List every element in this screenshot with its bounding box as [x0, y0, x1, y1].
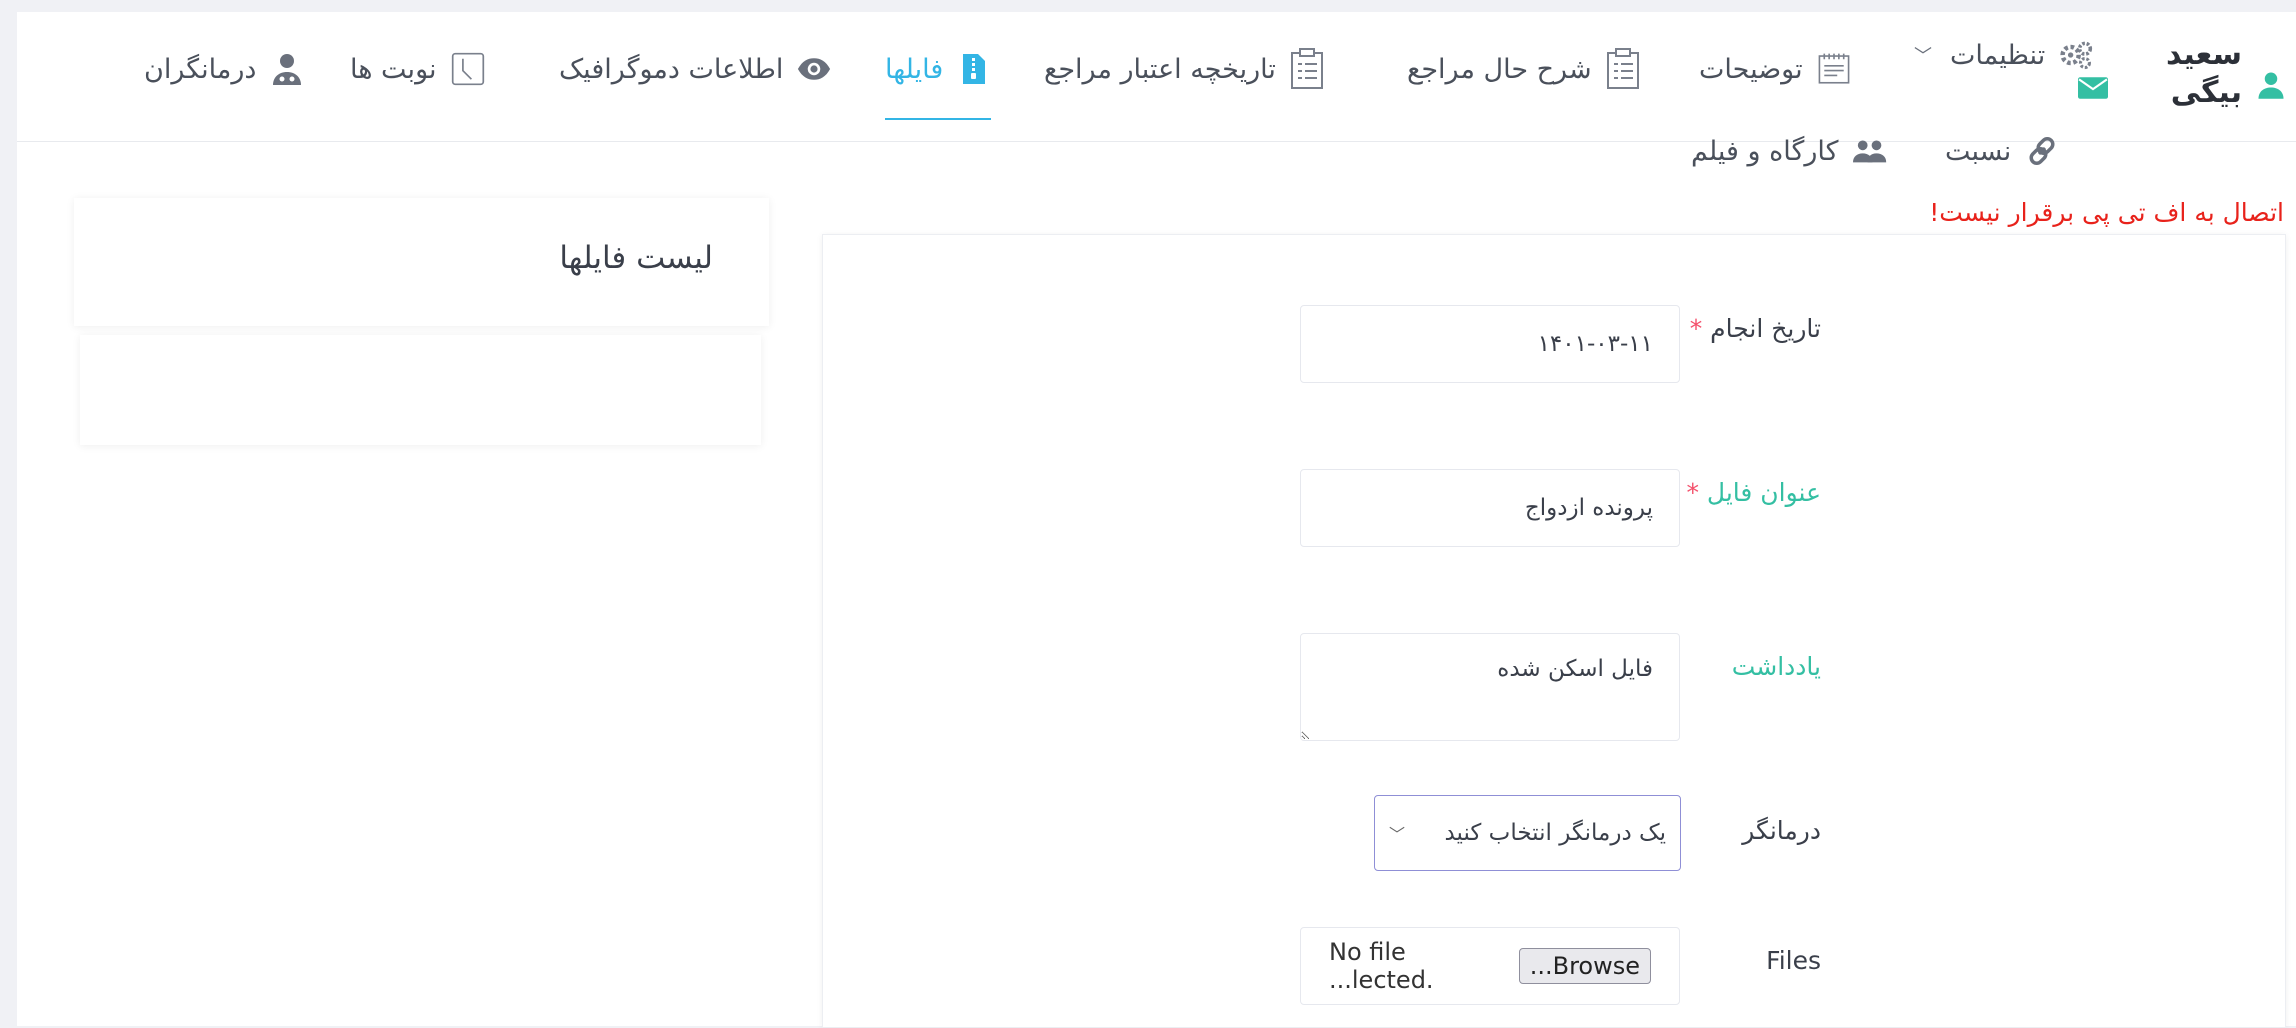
eye-icon — [797, 49, 831, 89]
user-profile[interactable]: سعید بیگی — [2078, 36, 2286, 126]
therapist-select[interactable]: یک درمانگر انتخاب کنید ﹀ — [1374, 795, 1681, 871]
gear-icon — [2059, 35, 2093, 75]
clipboard-icon — [1606, 48, 1640, 89]
file-input[interactable]: Browse... No file ...lected. — [1300, 927, 1680, 1005]
users-icon — [1852, 131, 1887, 171]
files-list-header: لیست فایلها — [74, 198, 769, 326]
nav-therapists-label: درمانگران — [144, 53, 257, 85]
files-label: Files — [1766, 946, 1821, 975]
required-mark: * — [1689, 314, 1703, 343]
clipboard-list-icon — [1290, 48, 1324, 89]
nav-workshop[interactable]: کارگاه و فیلم — [1691, 126, 1887, 176]
nav-demographic[interactable]: اطلاعات دموگرافیک — [559, 44, 831, 94]
note-textarea[interactable]: فایل اسکن شده — [1300, 633, 1680, 741]
nav-workshop-label: کارگاه و فیلم — [1691, 135, 1839, 167]
no-file-text: No file ...lected. — [1329, 938, 1434, 994]
date-label: تاریخ انجام * — [1689, 314, 1821, 343]
nav-settings-label: تنظیمات — [1950, 39, 2046, 71]
ftp-error-message: اتصال به اف تی پی برقرار نیست! — [1929, 198, 2284, 227]
file-archive-icon — [957, 49, 991, 89]
date-input[interactable] — [1300, 305, 1680, 383]
nav-appointments-label: نوبت ها — [350, 53, 437, 85]
file-title-label: عنوان فایل * — [1686, 478, 1821, 507]
nav-descriptions[interactable]: توضیحات — [1699, 44, 1851, 94]
nav-files-label: فایلها — [885, 53, 944, 85]
nav-credit-history-label: تاریخچه اعتبار مراجع — [1044, 53, 1276, 85]
doctor-icon — [270, 49, 304, 89]
files-list-title: لیست فایلها — [559, 240, 713, 276]
required-mark: * — [1686, 478, 1699, 507]
chevron-down-icon: ﹀ — [1914, 46, 1932, 67]
therapist-selected-value: یک درمانگر انتخاب کنید — [1444, 820, 1666, 846]
nav-appointments[interactable]: نوبت ها — [350, 44, 485, 94]
notepad-icon — [1817, 49, 1851, 89]
nav-therapists[interactable]: درمانگران — [144, 44, 304, 94]
nav-case-history-label: شرح حال مراجع — [1407, 53, 1592, 85]
clock-icon — [451, 49, 485, 89]
nav-files[interactable]: فایلها — [885, 44, 992, 120]
files-list-body — [80, 335, 761, 445]
file-title-input[interactable] — [1300, 469, 1680, 547]
file-upload-form: تاریخ انجام * عنوان فایل * یادداشت فایل … — [822, 234, 2286, 1028]
nav-settings[interactable]: تنظیمات ﹀ — [1914, 30, 2093, 80]
user-icon — [2258, 72, 2284, 99]
therapist-label: درمانگر — [1742, 816, 1821, 845]
browse-button[interactable]: Browse... — [1518, 948, 1651, 984]
nav-case-history[interactable]: شرح حال مراجع — [1407, 44, 1640, 94]
user-name: سعید بیگی — [2165, 37, 2242, 110]
top-nav: سعید بیگی تنظیمات ﹀ توضیحات شرح حال مراج… — [17, 12, 2296, 167]
app-page: سعید بیگی تنظیمات ﹀ توضیحات شرح حال مراج… — [17, 12, 2296, 1028]
note-label: یادداشت — [1731, 652, 1821, 681]
nav-relation[interactable]: نسبت — [1945, 126, 2059, 176]
link-icon — [2025, 131, 2059, 171]
chevron-down-icon: ﹀ — [1389, 825, 1406, 844]
nav-relation-label: نسبت — [1945, 135, 2012, 167]
nav-demographic-label: اطلاعات دموگرافیک — [559, 53, 784, 85]
nav-descriptions-label: توضیحات — [1699, 53, 1803, 85]
nav-credit-history[interactable]: تاریخچه اعتبار مراجع — [1044, 44, 1324, 94]
